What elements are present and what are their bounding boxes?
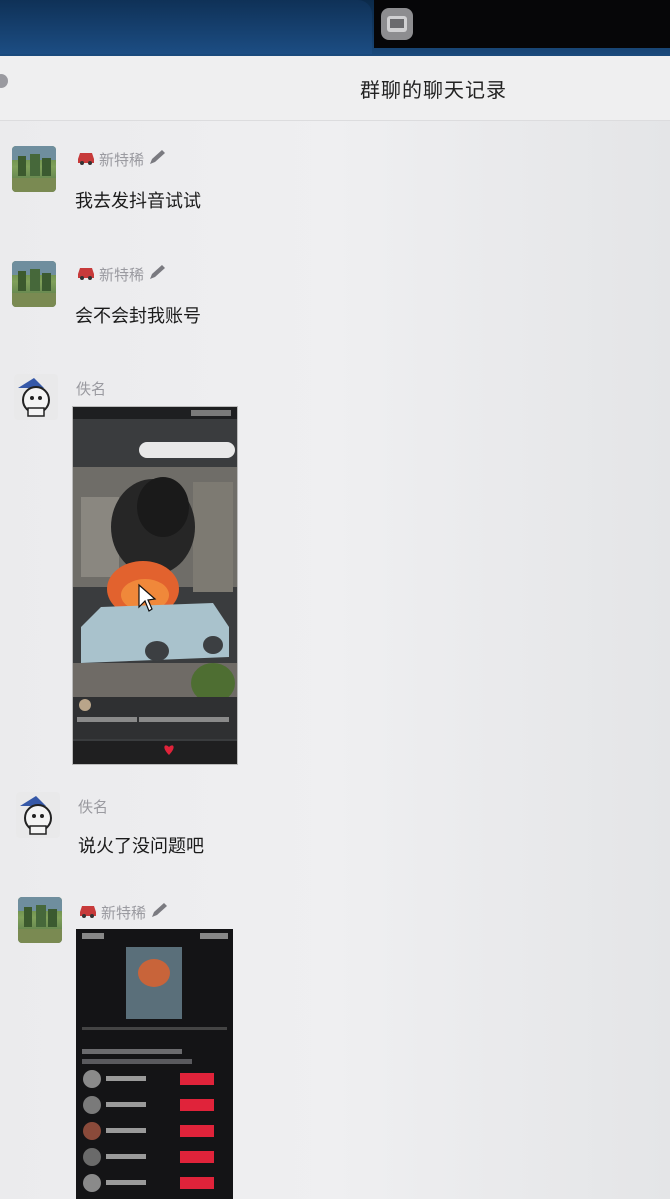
avatar[interactable] — [12, 261, 56, 307]
pencil-icon — [149, 901, 169, 923]
sender-name: 新特稀 — [76, 148, 167, 170]
sender-name: 新特稀 — [78, 901, 169, 923]
chat-window: 群聊的聊天记录 新特稀 我去发抖音试试 新特稀 会不会封我账号 佚名 佚名 说火… — [0, 56, 670, 1199]
car-icon — [76, 264, 96, 284]
pencil-icon — [147, 263, 167, 285]
avatar[interactable] — [12, 146, 56, 192]
sender-name: 佚名 — [76, 380, 107, 398]
avatar[interactable] — [18, 897, 62, 943]
avatar[interactable] — [14, 374, 58, 420]
top-bar-right — [374, 0, 670, 48]
image-attachment[interactable] — [72, 406, 238, 765]
avatar[interactable] — [16, 792, 60, 838]
pencil-icon — [147, 148, 167, 170]
window-tab[interactable] — [0, 0, 372, 54]
top-bar — [0, 0, 670, 56]
car-icon — [78, 902, 98, 922]
message-text: 会不会封我账号 — [75, 306, 201, 327]
close-icon[interactable] — [0, 74, 8, 88]
page-title: 群聊的聊天记录 — [360, 78, 507, 102]
sender-name: 佚名 — [78, 798, 109, 816]
message-text: 说火了没问题吧 — [78, 836, 204, 857]
car-icon — [76, 149, 96, 169]
chat-header: 群聊的聊天记录 — [0, 56, 670, 121]
message-text: 我去发抖音试试 — [75, 191, 201, 212]
sender-name: 新特稀 — [76, 263, 167, 285]
app-icon[interactable] — [381, 8, 413, 40]
image-attachment[interactable] — [76, 929, 233, 1199]
